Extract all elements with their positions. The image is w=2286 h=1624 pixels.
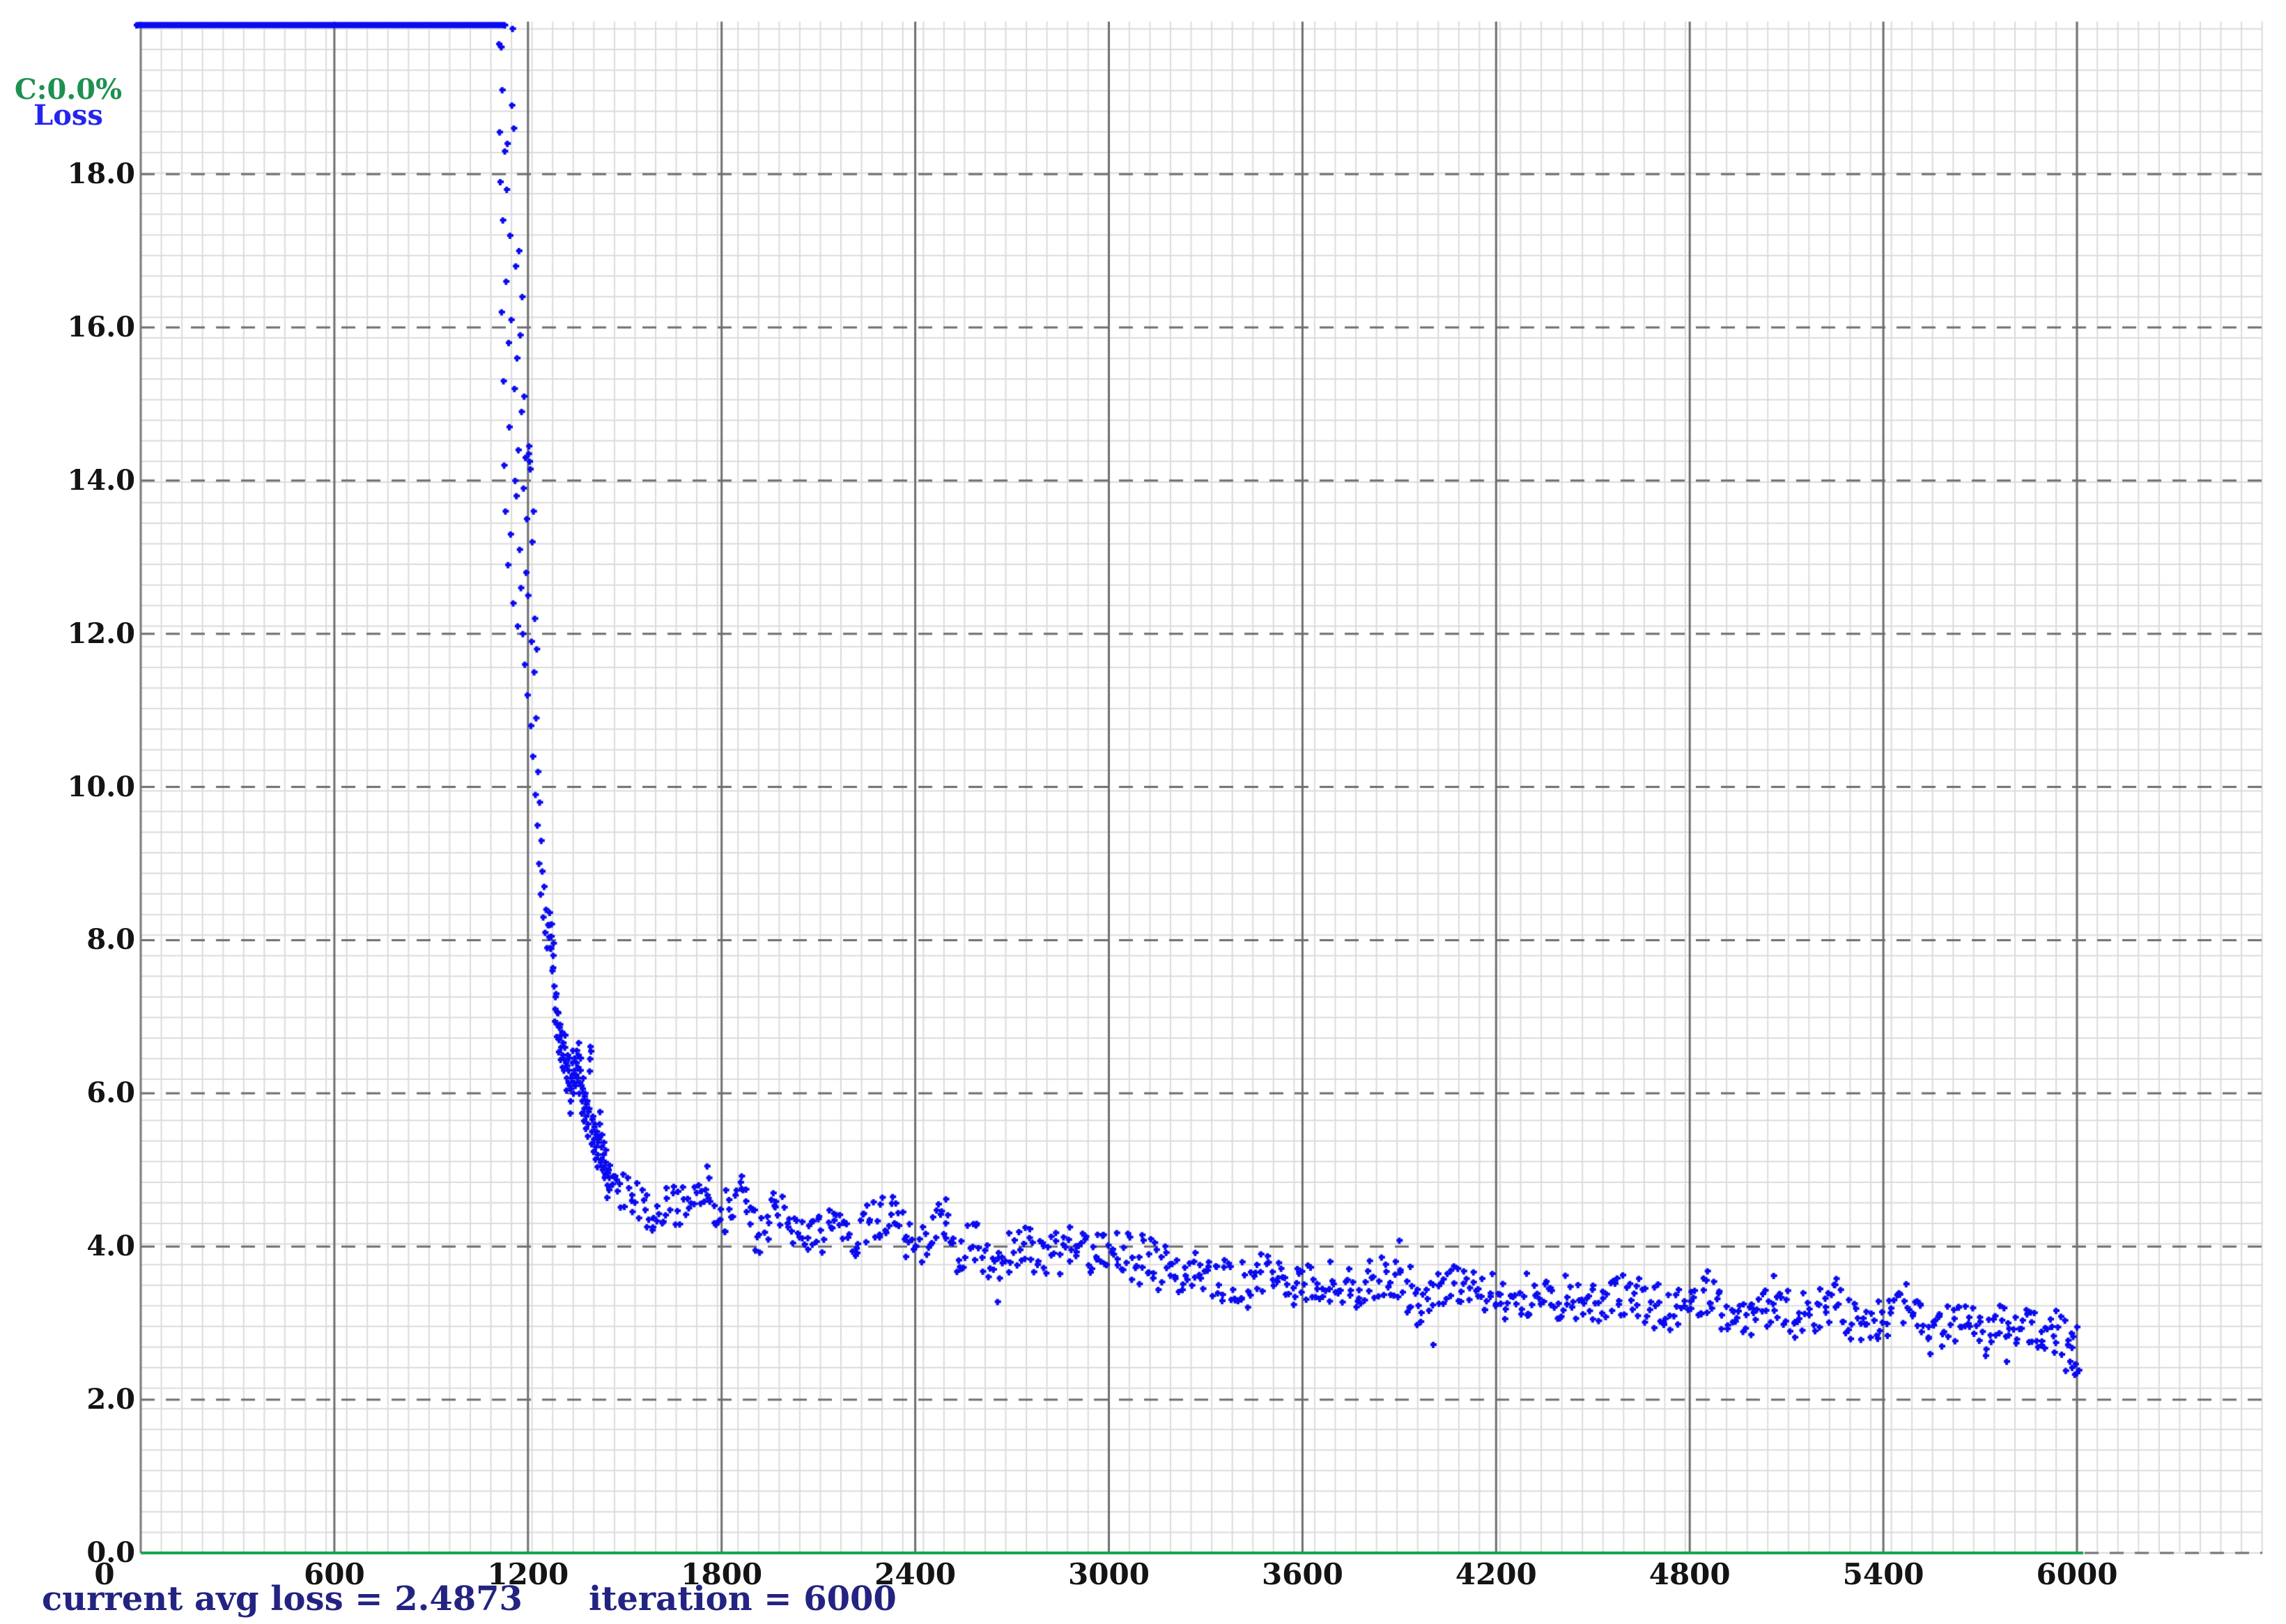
chart-legend: C:0.0% Loss [13, 77, 124, 128]
training-loss-chart: C:0.0% Loss 18.0 16.0 14.0 12.0 10.0 8.0 6.0 4.… [0, 0, 2286, 1624]
x-tick-label: 3600 [1226, 1558, 1379, 1591]
current-avg-loss-text: current avg loss = 2.4873 [42, 1580, 523, 1618]
iteration-text: iteration = 6000 [589, 1580, 897, 1618]
y-tick-label: 16.0 [3, 309, 135, 346]
x-tick-label: 4200 [1419, 1558, 1573, 1591]
y-tick-label: 14.0 [3, 463, 135, 499]
y-tick-label: 4.0 [3, 1228, 135, 1265]
y-tick-label: 10.0 [3, 769, 135, 805]
y-tick-label: 6.0 [3, 1075, 135, 1111]
y-tick-label: 2.0 [3, 1382, 135, 1418]
y-tick-label: 18.0 [3, 156, 135, 192]
loss-chart-canvas [0, 0, 2286, 1624]
loss-series-label: Loss [13, 102, 124, 128]
y-tick-label: 12.0 [3, 616, 135, 652]
status-line: current avg loss = 2.4873 iteration = 60… [42, 1580, 897, 1618]
x-tick-label: 3000 [1033, 1558, 1186, 1591]
x-tick-label: 5400 [1807, 1558, 1960, 1591]
x-tick-label: 4800 [1613, 1558, 1766, 1591]
x-tick-label: 6000 [2000, 1558, 2154, 1591]
y-tick-label: 8.0 [3, 922, 135, 958]
